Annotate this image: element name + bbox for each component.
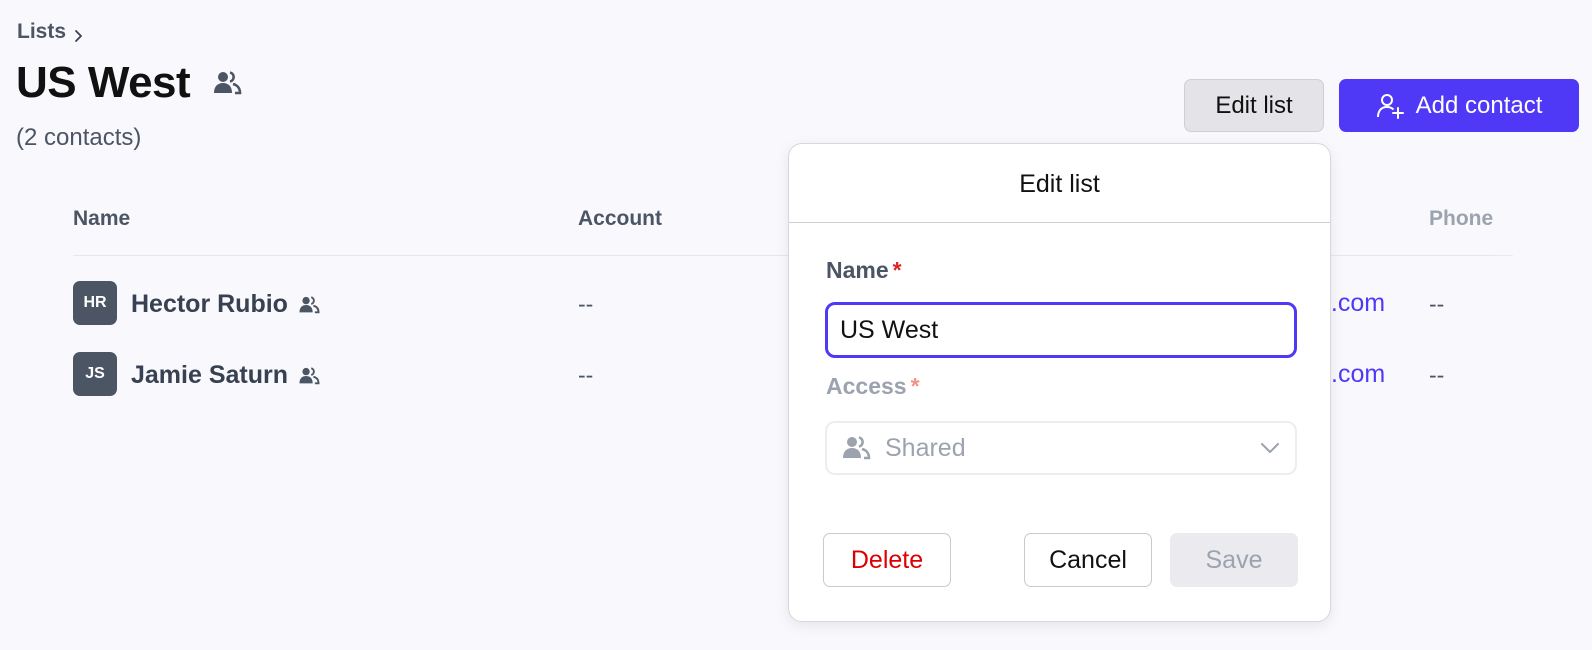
chevron-down-icon xyxy=(1259,437,1281,459)
popover-divider xyxy=(789,222,1330,223)
column-header-phone[interactable]: Phone xyxy=(1429,207,1493,231)
required-indicator: * xyxy=(892,257,902,283)
name-field-label: Name * xyxy=(826,257,902,284)
chevron-right-icon xyxy=(72,25,86,42)
access-field-label: Access * xyxy=(826,373,920,400)
access-select-value: Shared xyxy=(885,433,966,462)
add-contact-label: Add contact xyxy=(1415,91,1543,119)
email-link[interactable]: .com xyxy=(1331,360,1385,389)
users-icon xyxy=(841,433,871,463)
contact-name-text: Jamie Saturn xyxy=(131,361,289,389)
cancel-button[interactable]: Cancel xyxy=(1024,533,1152,587)
save-button[interactable]: Save xyxy=(1170,533,1298,587)
page-title: US West xyxy=(16,58,191,107)
name-label-text: Name xyxy=(826,257,889,283)
access-select[interactable]: Shared xyxy=(825,421,1297,475)
breadcrumb: Lists xyxy=(17,20,86,44)
column-header-account[interactable]: Account xyxy=(578,207,662,231)
phone-cell: -- xyxy=(1429,362,1445,388)
phone-cell: -- xyxy=(1429,291,1445,317)
shared-users-icon xyxy=(298,294,320,316)
list-detail-page: Lists US West (2 contacts) Edit list Add… xyxy=(0,0,1592,650)
title-row: US West xyxy=(16,58,242,108)
column-header-name[interactable]: Name xyxy=(73,207,130,231)
contact-name[interactable]: Jamie Saturn xyxy=(131,361,320,390)
shared-users-icon xyxy=(212,68,242,98)
list-name-input[interactable] xyxy=(825,302,1297,358)
add-contact-button[interactable]: Add contact xyxy=(1339,79,1579,132)
popover-title: Edit list xyxy=(1019,170,1100,198)
avatar: HR xyxy=(73,281,117,325)
add-user-icon xyxy=(1376,92,1404,120)
table-scroll-fade xyxy=(1490,195,1592,415)
contact-name[interactable]: Hector Rubio xyxy=(131,290,320,319)
shared-users-icon xyxy=(298,365,320,387)
delete-button[interactable]: Delete xyxy=(823,533,951,587)
edit-list-popover: Edit list Name* Access* Shared Delete Ca… xyxy=(788,143,1331,622)
account-cell: -- xyxy=(578,362,594,388)
account-cell: -- xyxy=(578,291,594,317)
avatar: JS xyxy=(73,352,117,396)
required-indicator: * xyxy=(910,373,920,399)
access-label-text: Access xyxy=(826,373,907,399)
contact-count: (2 contacts) xyxy=(16,124,142,151)
breadcrumb-lists-link[interactable]: Lists xyxy=(17,20,66,44)
edit-list-button[interactable]: Edit list xyxy=(1184,79,1324,132)
contact-name-text: Hector Rubio xyxy=(131,290,288,318)
